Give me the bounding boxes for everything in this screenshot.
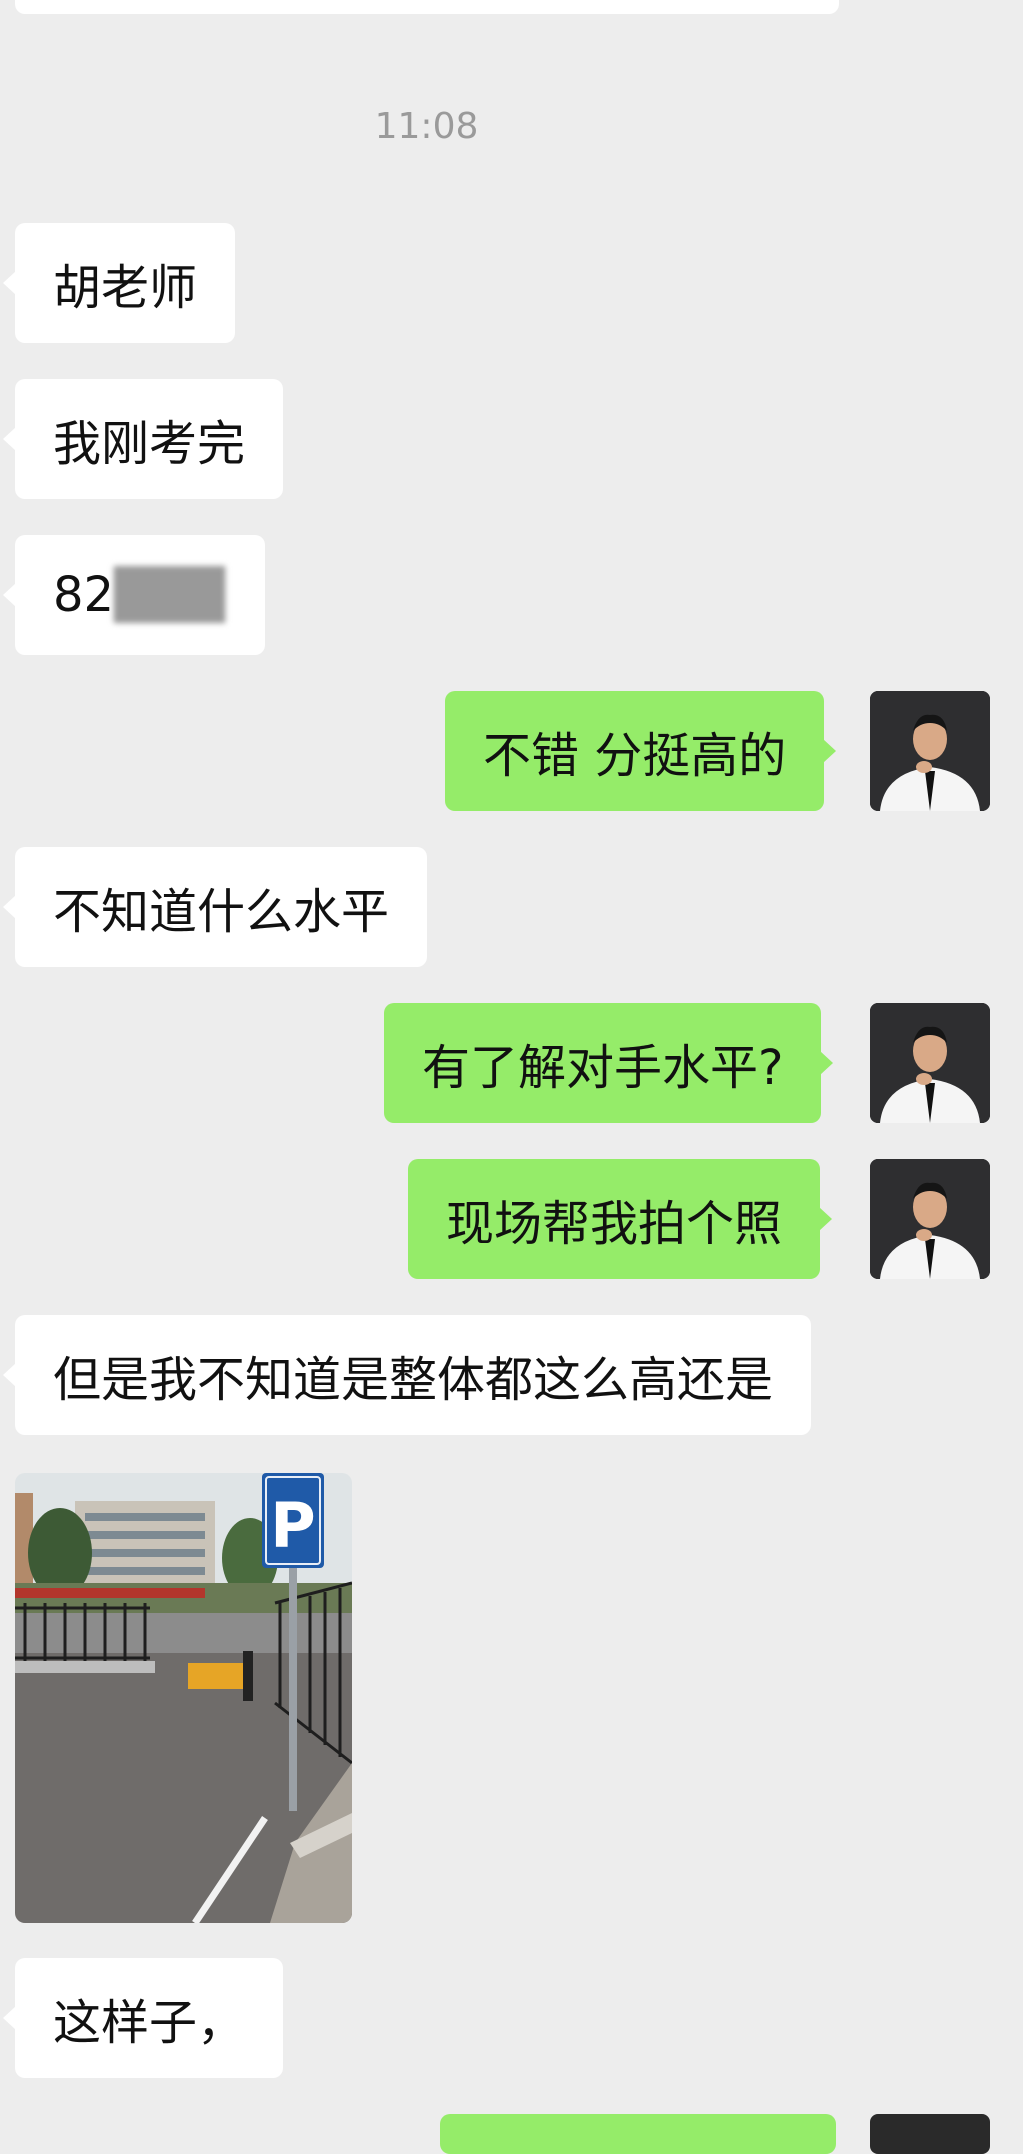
message-bubble-incoming[interactable]: 这样子，	[2, 1958, 284, 2078]
message-bubble-incoming[interactable]: 胡老师	[2, 223, 236, 343]
message-bubble-incoming[interactable]: 我刚考完	[2, 379, 284, 499]
avatar-image	[870, 691, 990, 811]
message-text: 不错 分挺高的	[483, 728, 787, 784]
message-bubble-outgoing[interactable]: 现场帮我拍个照	[408, 1159, 833, 1279]
avatar[interactable]	[870, 691, 990, 811]
message-bubble-partial[interactable]	[15, 0, 839, 14]
avatar[interactable]	[870, 1159, 990, 1279]
blurred-text: ███	[114, 567, 225, 623]
message-bubble-incoming[interactable]: 不知道什么水平	[2, 847, 428, 967]
avatar[interactable]	[870, 1003, 990, 1123]
avatar[interactable]	[870, 2114, 990, 2154]
message-text: 现场帮我拍个照	[446, 1196, 783, 1252]
message-bubble-outgoing[interactable]: 有了解对手水平?	[384, 1003, 834, 1123]
avatar-image	[870, 1159, 990, 1279]
message-text: 82	[53, 567, 115, 623]
message-text: 有了解对手水平?	[422, 1040, 784, 1096]
parking-lot-photo: P	[15, 1473, 352, 1923]
message-text: 但是我不知道是整体都这么高还是	[53, 1352, 774, 1408]
message-bubble-partial[interactable]	[440, 2114, 836, 2154]
message-text: 这样子，	[53, 1995, 246, 2051]
message-bubble-outgoing[interactable]: 不错 分挺高的	[445, 691, 837, 811]
message-text: 我刚考完	[53, 416, 246, 472]
timestamp: 11:08	[374, 106, 479, 147]
message-bubble-incoming[interactable]: 82 ███	[3, 535, 265, 655]
message-bubble-incoming[interactable]: 但是我不知道是整体都这么高还是	[2, 1315, 812, 1435]
avatar-image	[870, 1003, 990, 1123]
message-text: 不知道什么水平	[53, 884, 390, 940]
parking-sign-letter: P	[270, 1489, 315, 1562]
message-text: 胡老师	[53, 260, 198, 316]
message-image[interactable]: P	[15, 1473, 352, 1923]
